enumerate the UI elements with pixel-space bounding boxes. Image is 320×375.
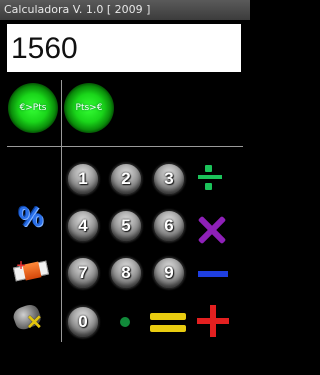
digit-6-button[interactable]: 6 [153,210,185,242]
vertical-divider [61,80,62,342]
digit-8-button[interactable]: 8 [110,257,142,289]
pesetas-to-euro-button[interactable]: Pts>€ [64,83,114,133]
divide-button[interactable] [197,162,227,192]
digit-9-button[interactable]: 9 [153,257,185,289]
digit-5-button[interactable]: 5 [110,210,142,242]
digit-3-button[interactable]: 3 [153,163,185,195]
digit-4-button[interactable]: 4 [67,210,99,242]
result-display: 1560 [7,24,241,72]
digit-2-button[interactable]: 2 [110,163,142,195]
percent-button[interactable]: % [14,200,48,234]
subtract-button[interactable] [198,271,228,277]
multiply-button[interactable] [197,215,227,245]
equals-button[interactable] [150,310,186,334]
backspace-button[interactable]: ✕ [11,302,46,334]
horizontal-divider [7,146,243,147]
window-title: Calculadora V. 1.0 [ 2009 ] [0,0,250,20]
digit-0-button[interactable]: 0 [67,306,99,338]
equals-icon [150,313,186,320]
euro-to-pesetas-button[interactable]: €>Pts [8,83,58,133]
digit-1-button[interactable]: 1 [67,163,99,195]
digit-7-button[interactable]: 7 [67,257,99,289]
decimal-point-button[interactable] [120,317,130,327]
clear-button[interactable]: + [12,258,50,282]
add-button[interactable] [197,305,229,337]
